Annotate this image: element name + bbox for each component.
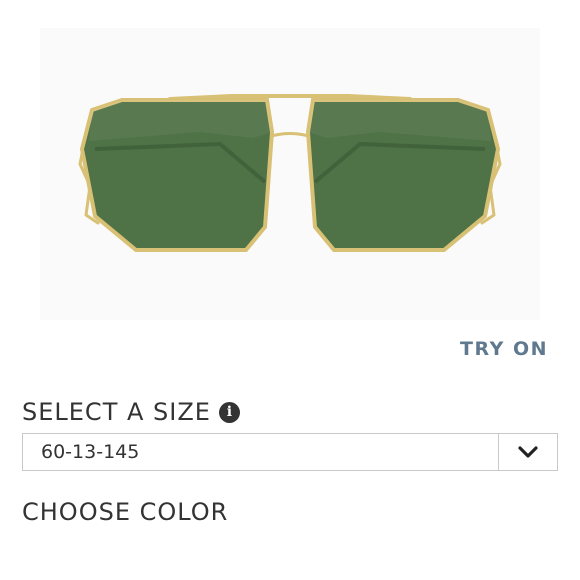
product-image	[40, 28, 540, 320]
choose-color-title: CHOOSE COLOR	[22, 498, 229, 526]
select-size-label: SELECT A SIZE	[22, 398, 211, 426]
select-size-title: SELECT A SIZE i	[22, 398, 240, 426]
sunglasses-image	[78, 94, 502, 252]
size-dropdown[interactable]: 60-13-145	[22, 433, 558, 471]
selected-size: 60-13-145	[41, 441, 140, 463]
try-on-link[interactable]: TRY ON	[460, 338, 548, 360]
info-icon[interactable]: i	[218, 401, 240, 423]
chevron-down-icon[interactable]	[498, 434, 557, 470]
